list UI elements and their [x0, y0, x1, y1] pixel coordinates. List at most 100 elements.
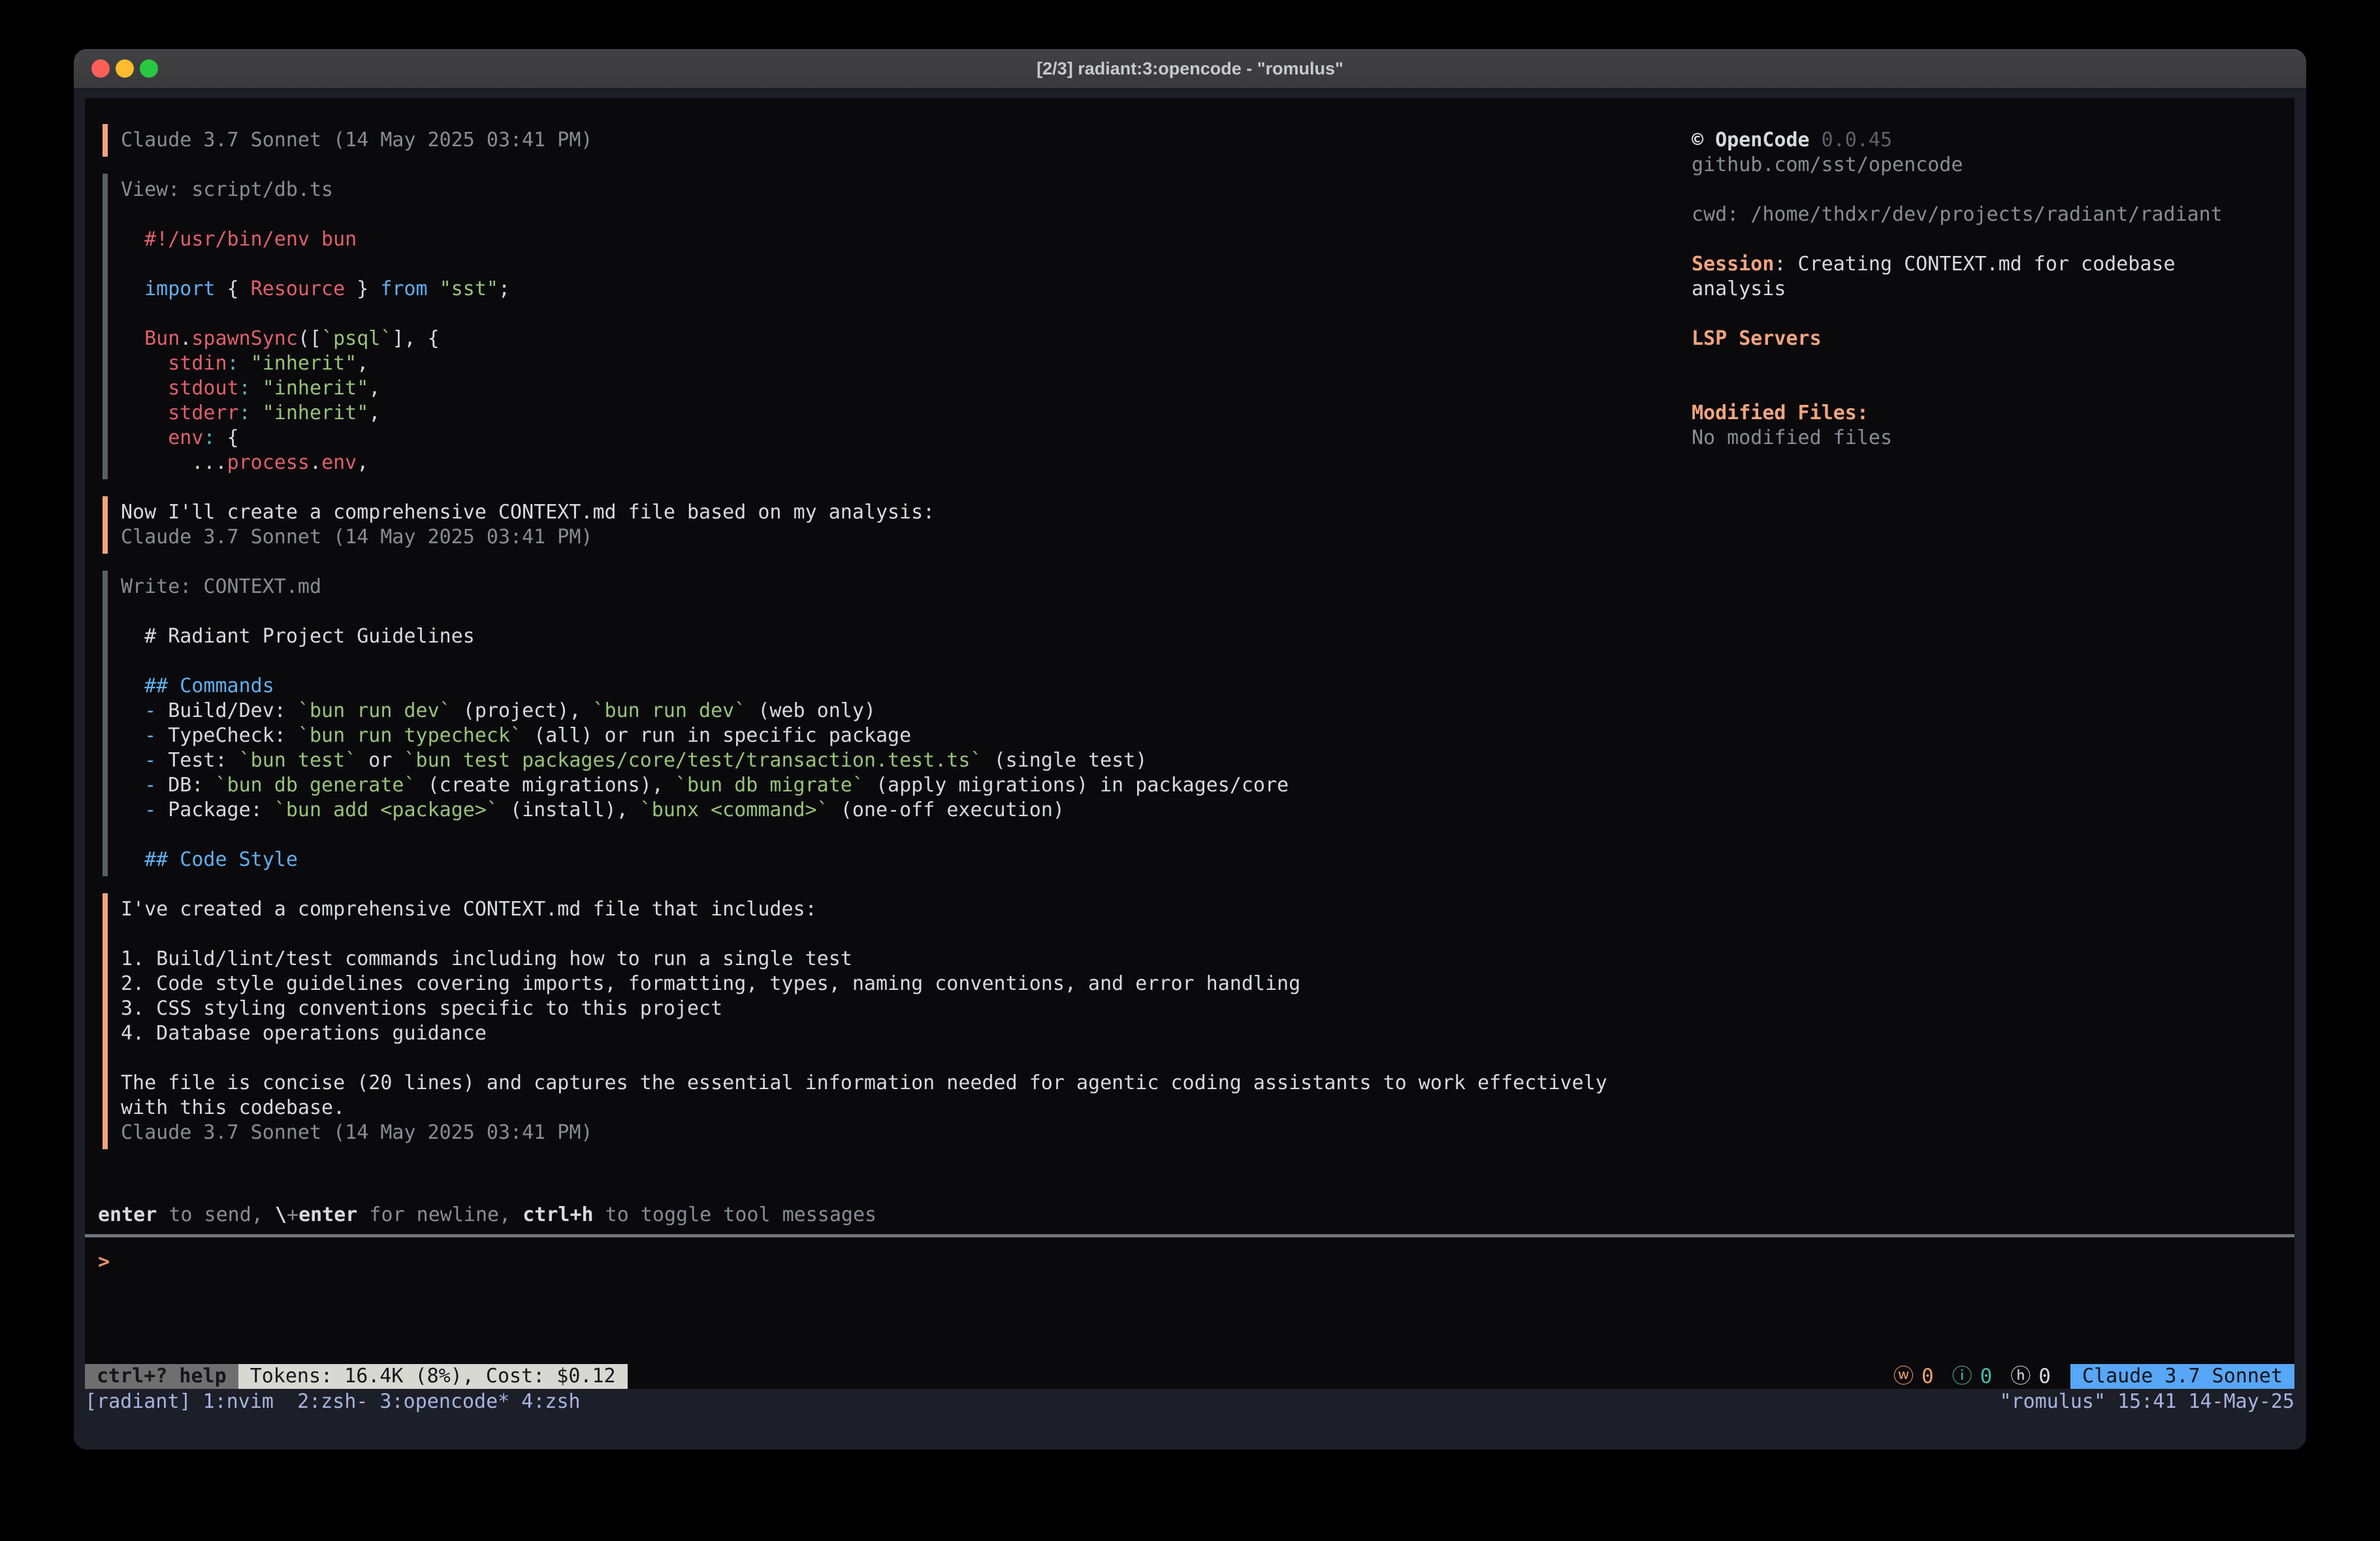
- text-segment: [251, 377, 263, 400]
- text-segment: `bun run dev`: [593, 699, 747, 722]
- help-shortcut-chip: ctrl+? help: [85, 1364, 238, 1389]
- text-segment: `bun db migrate`: [675, 774, 864, 797]
- text-line: [1692, 227, 2299, 252]
- hints-count: 0: [2038, 1364, 2051, 1389]
- text-segment: `bun run dev`: [298, 699, 451, 722]
- text-line: View: script/db.ts: [121, 178, 1607, 202]
- text-segment: Session: [1692, 253, 1774, 276]
- hints-counter: ⓗ0: [2010, 1364, 2051, 1389]
- text-line: [121, 823, 1607, 848]
- text-line: import { Resource } from "sst";: [121, 277, 1607, 302]
- text-segment: (all) or run in specific package: [522, 724, 911, 747]
- text-line: [121, 922, 1607, 947]
- assistant-message-block: Now I'll create a comprehensive CONTEXT.…: [103, 496, 1607, 554]
- text-segment: : Creating CONTEXT.md for codebase: [1774, 253, 2175, 276]
- prompt-indicator: >: [98, 1250, 110, 1273]
- text-segment: }: [345, 278, 380, 300]
- opencode-tui: Claude 3.7 Sonnet (14 May 2025 03:41 PM)…: [85, 98, 2294, 1389]
- text-segment: Test:: [168, 749, 238, 772]
- tmux-status-bar: [radiant] 1:nvim 2:zsh- 3:opencode* 4:zs…: [85, 1389, 2294, 1415]
- text-segment: ;: [498, 278, 510, 300]
- text-segment: enter: [98, 1203, 157, 1226]
- text-segment: Build/Dev:: [168, 699, 298, 722]
- warnings-icon: ⓦ: [1893, 1364, 1914, 1389]
- text-line: - DB: `bun db generate` (create migratio…: [121, 773, 1607, 798]
- window-title: [2/3] radiant:3:opencode - "romulus": [74, 49, 2306, 88]
- tmux-window-list: [radiant] 1:nvim 2:zsh- 3:opencode* 4:zs…: [85, 1389, 581, 1415]
- text-segment: "inherit": [263, 402, 369, 424]
- text-segment: with this codebase.: [121, 1096, 345, 1119]
- chat-history: Claude 3.7 Sonnet (14 May 2025 03:41 PM)…: [103, 124, 1607, 1166]
- text-segment: Resource: [251, 278, 346, 300]
- text-line: [121, 202, 1607, 227]
- text-segment: `psql`: [321, 327, 392, 350]
- text-line: ## Commands: [121, 674, 1607, 699]
- text-segment: Package:: [168, 799, 274, 821]
- text-segment: ,: [368, 402, 380, 424]
- text-segment: "inherit": [263, 377, 369, 400]
- text-segment: for newline,: [357, 1203, 523, 1226]
- text-segment: I've created a comprehensive CONTEXT.md …: [121, 898, 817, 921]
- text-segment: env: [321, 451, 357, 474]
- text-segment: cwd: /home/thdxr/dev/projects/radiant/ra…: [1692, 203, 2223, 226]
- text-segment: Claude 3.7 Sonnet (14 May 2025 03:41 PM): [121, 526, 592, 548]
- text-segment: Now I'll create a comprehensive CONTEXT.…: [121, 501, 935, 524]
- text-segment: © OpenCode: [1692, 129, 1810, 151]
- text-line: [121, 1046, 1607, 1071]
- text-segment: ([: [298, 327, 321, 350]
- text-line: The file is concise (20 lines) and captu…: [121, 1071, 1607, 1096]
- tokens-cost-chip: Tokens: 16.4K (8%), Cost: $0.12: [238, 1364, 628, 1389]
- text-segment: ...: [121, 451, 227, 474]
- text-line: Claude 3.7 Sonnet (14 May 2025 03:41 PM): [121, 1120, 1607, 1145]
- text-line: Claude 3.7 Sonnet (14 May 2025 03:41 PM): [121, 128, 1607, 153]
- text-line: #!/usr/bin/env bun: [121, 227, 1607, 252]
- text-segment: {: [216, 426, 239, 449]
- tool-output-block: View: script/db.ts #!/usr/bin/env bun im…: [103, 174, 1607, 479]
- text-segment: analysis: [1692, 278, 1786, 300]
- assistant-message-block: Claude 3.7 Sonnet (14 May 2025 03:41 PM): [103, 124, 1607, 157]
- window-titlebar: [2/3] radiant:3:opencode - "romulus": [74, 49, 2306, 89]
- status-bar-spacer: [628, 1364, 1884, 1389]
- text-segment: `bun db generate`: [216, 774, 416, 797]
- assistant-message-block: I've created a comprehensive CONTEXT.md …: [103, 893, 1607, 1149]
- text-segment: ], {: [392, 327, 439, 350]
- text-segment: \: [275, 1203, 287, 1226]
- text-line: # Radiant Project Guidelines: [121, 624, 1607, 649]
- model-badge: Claude 3.7 Sonnet: [2070, 1364, 2294, 1389]
- text-segment: (project),: [451, 699, 593, 722]
- text-line: No modified files: [1692, 426, 2299, 451]
- text-line: Bun.spawnSync([`psql`], {: [121, 326, 1607, 351]
- text-line: cwd: /home/thdxr/dev/projects/radiant/ra…: [1692, 202, 2299, 227]
- text-segment: Write: CONTEXT.md: [121, 575, 321, 598]
- text-segment: .: [180, 327, 191, 350]
- text-segment: import: [121, 278, 216, 300]
- text-line: with this codebase.: [121, 1096, 1607, 1120]
- text-line: Session: Creating CONTEXT.md for codebas…: [1692, 252, 2299, 277]
- text-segment: spawnSync: [191, 327, 298, 350]
- text-segment: env: [121, 426, 203, 449]
- text-segment: No modified files: [1692, 426, 1892, 449]
- text-line: [121, 302, 1607, 326]
- text-line: [1692, 351, 2299, 376]
- text-line: [121, 252, 1607, 277]
- text-segment: from: [380, 278, 427, 300]
- text-segment: [251, 402, 263, 424]
- text-segment: :: [203, 426, 215, 449]
- info-count: 0: [1980, 1364, 1993, 1389]
- text-segment: TypeCheck:: [168, 724, 298, 747]
- diagnostics-counters: ⓦ0ⓘ0ⓗ0: [1884, 1364, 2051, 1389]
- text-line: [1692, 178, 2299, 202]
- text-segment: # Radiant Project Guidelines: [121, 625, 475, 648]
- text-line: [121, 649, 1607, 674]
- info-counter: ⓘ0: [1952, 1364, 1993, 1389]
- text-line: enter to send, \+enter for newline, ctrl…: [98, 1203, 876, 1228]
- text-segment: `bun test`: [239, 749, 357, 772]
- text-line: [1692, 376, 2299, 401]
- input-divider: [85, 1234, 2294, 1237]
- text-segment: to send,: [157, 1203, 275, 1226]
- text-line: © OpenCode 0.0.45: [1692, 128, 2299, 153]
- text-segment: {: [216, 278, 251, 300]
- text-segment: github.com/sst/opencode: [1692, 153, 1963, 176]
- text-line: - Package: `bun add <package>` (install)…: [121, 798, 1607, 823]
- text-segment: Claude 3.7 Sonnet (14 May 2025 03:41 PM): [121, 129, 592, 151]
